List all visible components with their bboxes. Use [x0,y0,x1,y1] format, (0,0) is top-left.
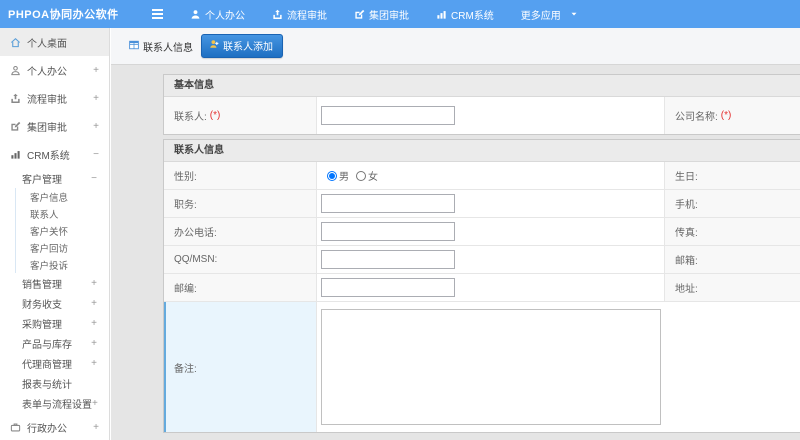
nav-personal-office[interactable]: 个人办公 [190,7,245,22]
job-title-input[interactable] [321,194,455,213]
main-content: 联系人信息 联系人添加 基本信息 联系人: (*) 公司名称: (*) 联系人信… [111,28,800,440]
nav-group-approval[interactable]: 集团审批 [354,7,409,22]
remark-textarea[interactable] [321,309,661,425]
address-label: 地址: [665,274,800,301]
nav-process-approval[interactable]: 流程审批 [272,7,327,22]
sidebar-item-customer-management[interactable]: 客户管理 − [0,168,109,188]
tab-contact-info[interactable]: 联系人信息 [129,39,193,54]
sidebar-item-reports-statistics[interactable]: 报表与统计 [0,373,109,393]
job-title-label: 职务: [164,190,317,217]
table-grid-icon [129,40,139,53]
email-label: 邮箱: [665,246,800,273]
gender-female-radio[interactable] [356,170,366,181]
form-row-office-phone: 办公电话: 传真: [164,218,800,246]
company-name-label: 公司名称: (*) [665,97,800,134]
home-icon [10,37,21,48]
bar-chart-icon [10,149,21,160]
sidebar-item-administration[interactable]: 行政办公 + [0,413,109,440]
sidebar-item-agent-management[interactable]: 代理商管理 + [0,353,109,373]
remark-label: 备注: [164,302,317,432]
edit-icon [10,121,21,132]
contact-add-form: 基本信息 联系人: (*) 公司名称: (*) 联系人信息 性别: 男 女 生日… [163,74,800,433]
sidebar-item-process-approval[interactable]: 流程审批 + [0,84,109,112]
sidebar-item-form-process-settings[interactable]: 表单与流程设置 + [0,393,109,413]
sidebar-item-customer-revisit[interactable]: 客户回访 [16,239,109,256]
basic-info-section: 基本信息 联系人: (*) 公司名称: (*) [163,74,800,135]
contact-name-label: 联系人: (*) [164,97,317,134]
edit-icon [354,9,365,20]
customer-management-submenu: 客户信息 联系人 客户关怀 客户回访 客户投诉 [15,188,109,273]
sidebar: 个人桌面 个人办公 + 流程审批 + 集团审批 + CRM系统 − 客户管理 −… [0,28,110,440]
app-header: PHPOA协同办公软件 个人办公 流程审批 集团审批 CRM系统 更多应用 [0,0,800,28]
app-logo: PHPOA协同办公软件 [8,9,119,21]
sidebar-item-contacts[interactable]: 联系人 [16,205,109,222]
form-row-gender: 性别: 男 女 生日: [164,162,800,190]
nav-crm-system[interactable]: CRM系统 [436,7,494,22]
required-mark: (*) [209,110,221,121]
bar-chart-icon [436,9,447,20]
qq-msn-label: QQ/MSN: [164,246,317,273]
sidebar-item-customer-complaint[interactable]: 客户投诉 [16,256,109,273]
add-contact-icon [209,39,219,52]
sidebar-item-product-inventory[interactable]: 产品与库存 + [0,333,109,353]
gender-male-radio[interactable] [327,170,337,181]
required-mark: (*) [720,110,732,121]
gender-label: 性别: [164,162,317,189]
gender-radio-group: 男 女 [321,168,378,183]
form-row-contact-name: 联系人: (*) 公司名称: (*) [164,97,800,134]
zip-code-label: 邮编: [164,274,317,301]
office-phone-input[interactable] [321,222,455,241]
sidebar-item-crm-system[interactable]: CRM系统 − [0,140,109,168]
caret-down-icon [570,10,578,18]
fax-label: 传真: [665,218,800,245]
user-icon [190,9,201,20]
tab-bar: 联系人信息 联系人添加 [111,28,800,65]
briefcase-icon [10,422,21,433]
contact-info-section: 联系人信息 性别: 男 女 生日: 职务: 手机: 办公电话: 传真: QQ/M… [163,139,800,433]
form-row-qq-msn: QQ/MSN: 邮箱: [164,246,800,274]
sidebar-item-purchase-management[interactable]: 采购管理 + [0,313,109,333]
flow-approval-icon [10,93,21,104]
birthday-label: 生日: [665,162,800,189]
flow-approval-icon [272,9,283,20]
zip-code-input[interactable] [321,278,455,297]
form-row-zip-code: 邮编: 地址: [164,274,800,302]
contact-name-input[interactable] [321,106,455,125]
tab-contact-add[interactable]: 联系人添加 [201,34,283,58]
sidebar-item-customer-info[interactable]: 客户信息 [16,188,109,205]
sidebar-item-customer-care[interactable]: 客户关怀 [16,222,109,239]
sidebar-item-group-approval[interactable]: 集团审批 + [0,112,109,140]
section-title-contact-info: 联系人信息 [164,140,800,162]
menu-toggle-icon[interactable] [152,9,163,19]
section-title-basic-info: 基本信息 [164,75,800,97]
sidebar-item-sales-management[interactable]: 销售管理 + [0,273,109,293]
mobile-label: 手机: [665,190,800,217]
user-icon [10,65,21,76]
office-phone-label: 办公电话: [164,218,317,245]
sidebar-item-personal-desktop[interactable]: 个人桌面 [0,28,109,56]
qq-msn-input[interactable] [321,250,455,269]
sidebar-item-finance[interactable]: 财务收支 + [0,293,109,313]
sidebar-item-personal-office[interactable]: 个人办公 + [0,56,109,84]
form-row-job-title: 职务: 手机: [164,190,800,218]
nav-more-apps[interactable]: 更多应用 [521,7,578,22]
form-row-remark: 备注: [164,302,800,432]
